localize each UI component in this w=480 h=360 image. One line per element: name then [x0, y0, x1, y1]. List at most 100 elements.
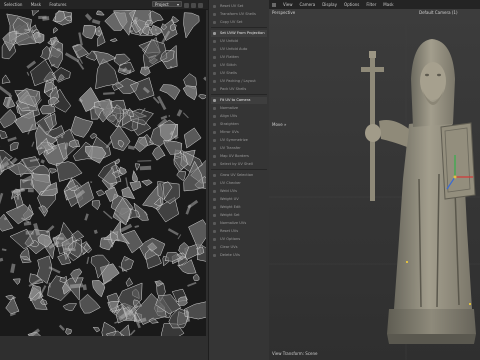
copy-icon	[213, 21, 216, 24]
camera-name-label[interactable]: Default Camera (1)	[419, 10, 458, 15]
tool-item[interactable]: UV Options	[211, 236, 267, 243]
tool-item-label: Clear UVs	[220, 245, 238, 249]
tool-item[interactable]: UV Shells	[211, 70, 267, 77]
tool-item[interactable]: Reset UVs	[211, 228, 267, 235]
checker-icon	[213, 182, 216, 185]
menu-options[interactable]: Options	[344, 2, 359, 7]
uv-shell	[39, 105, 56, 115]
grid-icon[interactable]	[184, 3, 189, 8]
menu-display[interactable]: Display	[322, 2, 337, 7]
tool-item[interactable]: Clear UVs	[211, 244, 267, 251]
uv-shell	[168, 115, 170, 117]
transform-icon	[213, 13, 216, 16]
tool-item[interactable]: Align UVs	[211, 113, 267, 120]
tool-item[interactable]: Map UV Borders	[211, 153, 267, 160]
tool-item[interactable]: Select by UV Shell	[211, 161, 267, 168]
chevron-down-icon: ▾	[176, 2, 179, 7]
view-icon[interactable]	[198, 3, 203, 8]
tool-item-label: UV Transfer	[220, 146, 241, 150]
layout-icon	[213, 80, 216, 83]
transfer-icon	[213, 147, 216, 150]
tool-item[interactable]: UV Unfold	[211, 38, 267, 45]
uv-tools-panel: Reset UV Set Transform UV Shells Copy UV S…	[208, 0, 270, 360]
uv-shell	[178, 296, 188, 306]
3d-viewport[interactable]: View Camera Display Options Filter Mask	[269, 0, 480, 360]
tool-item[interactable]: UV Unfold Auto	[211, 46, 267, 53]
options-icon	[213, 238, 216, 241]
unfold-auto-icon	[213, 48, 216, 51]
tool-item-label: Mirror UVs	[220, 130, 239, 134]
mirror-icon	[213, 131, 216, 134]
tool-item-label: Normalize	[220, 106, 239, 110]
tool-item[interactable]: Weight Set	[211, 212, 267, 219]
menu-view[interactable]: View	[283, 2, 293, 7]
uv-canvas[interactable]	[0, 10, 206, 336]
tool-item[interactable]: UV Flatten	[211, 54, 267, 61]
tool-item-label: Weight UV	[220, 197, 239, 201]
tool-item-label: Weight Edit	[220, 205, 241, 209]
statue-model	[269, 9, 480, 360]
uv-shell	[38, 15, 47, 19]
grow-icon	[213, 174, 216, 177]
tool-separator	[211, 27, 267, 28]
tool-item[interactable]: Weight UV	[211, 196, 267, 203]
uv-shell	[25, 230, 34, 235]
tool-item-label: UV Packing / Layout	[220, 79, 256, 83]
menu-selection[interactable]: Selection	[4, 2, 22, 7]
tool-item[interactable]: Reset UV Set	[211, 3, 267, 10]
tool-hint-label: Move »	[272, 122, 287, 127]
tool-separator	[211, 94, 267, 95]
uv-menubar: Selection Mask Features Project ▾	[0, 0, 208, 10]
stitch-icon	[213, 64, 216, 67]
tool-item[interactable]: Copy UV Set	[211, 19, 267, 26]
tool-item[interactable]: UV Checker	[211, 180, 267, 187]
normalize-icon	[213, 107, 216, 110]
tool-item-label: Weight Set	[220, 213, 240, 217]
tool-item[interactable]: Weight Edit	[211, 204, 267, 211]
tool-item[interactable]: Transform UV Shells	[211, 11, 267, 18]
uv-set-select[interactable]: Project ▾	[152, 1, 182, 7]
uv-shell	[155, 32, 160, 35]
menu-mask[interactable]: Mask	[383, 2, 393, 7]
tool-item[interactable]: Normalize UVs	[211, 220, 267, 227]
tool-item-label: UV Options	[220, 237, 241, 241]
tool-item[interactable]: Weld UVs	[211, 188, 267, 195]
tool-item-label: UV Shells	[220, 71, 237, 75]
menu-camera[interactable]: Camera	[300, 2, 316, 7]
weight-edit-icon	[213, 206, 216, 209]
tool-item[interactable]: UV Transfer	[211, 145, 267, 152]
tool-item-label: Align UVs	[220, 114, 238, 118]
tool-item[interactable]: UV Packing / Layout	[211, 78, 267, 85]
tool-item[interactable]: Straighten	[211, 121, 267, 128]
tool-item[interactable]: Delete UVs	[211, 252, 267, 259]
tool-item-label: Map UV Borders	[220, 154, 249, 158]
menu-filter[interactable]: Filter	[366, 2, 376, 7]
uv-editor-panel: Selection Mask Features Project ▾	[0, 0, 208, 360]
menu-features[interactable]: Features	[49, 2, 66, 7]
tool-item-label: Fit UV to Camera	[220, 98, 251, 102]
tool-item[interactable]: Normalize	[211, 105, 267, 112]
tool-item[interactable]: UV Symmetrize	[211, 137, 267, 144]
tool-item[interactable]: Pack UV Shells	[211, 86, 267, 93]
tool-item-label: UV Unfold	[220, 39, 238, 43]
delete-icon	[213, 254, 216, 257]
viewport-status-text: View Transform: Scene	[272, 351, 318, 356]
view-name-label[interactable]: Perspective	[272, 10, 295, 15]
uv-set-select-value: Project	[155, 2, 169, 7]
tool-item[interactable]: Set UVW From Projection	[211, 30, 267, 37]
uv-shell	[139, 165, 152, 171]
tool-item[interactable]: Fit UV to Camera	[211, 97, 267, 104]
tool-item[interactable]: UV Stitch	[211, 62, 267, 69]
uv-shell	[27, 189, 34, 193]
tool-item-label: Reset UVs	[220, 229, 239, 233]
symmetrize-icon	[213, 139, 216, 142]
tool-item[interactable]: Mirror UVs	[211, 129, 267, 136]
viewport-menu-icon[interactable]	[272, 2, 276, 7]
shells-icon	[213, 72, 216, 75]
projection-icon	[213, 32, 216, 35]
menu-mask[interactable]: Mask	[31, 2, 41, 7]
tool-item-label: Select by UV Shell	[220, 162, 253, 166]
snap-icon[interactable]	[191, 3, 196, 8]
tool-item[interactable]: Grow UV Selection	[211, 172, 267, 179]
camera-fit-icon	[213, 99, 216, 102]
